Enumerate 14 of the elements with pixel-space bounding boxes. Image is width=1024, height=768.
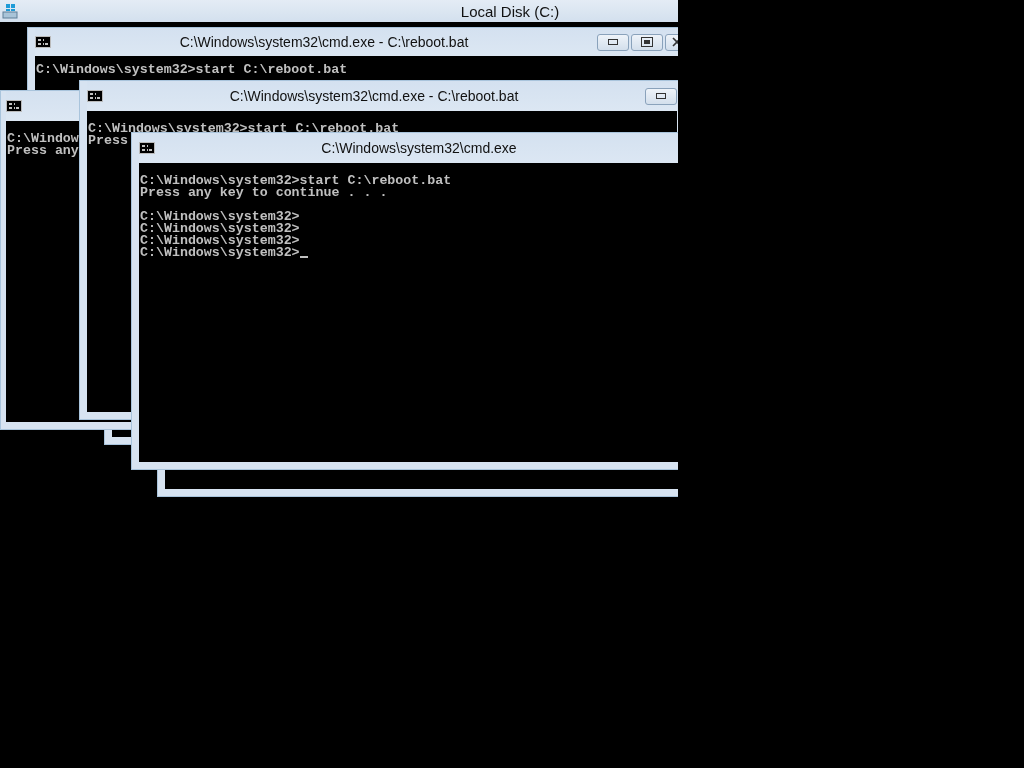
window-title: C:\Windows\system32\cmd.exe - C:\reboot.bat (179, 34, 469, 50)
console-line: C:\Windows\system32> (140, 211, 300, 223)
window-title: C:\Windows\system32\cmd.exe - C:\reboot.bat (229, 88, 519, 104)
console-line: C:\Windows\system32> (140, 223, 300, 235)
console-line: C:\Windows\system32> (140, 247, 300, 259)
console-line: C:\Windows\system32>start C:\reboot.bat (36, 64, 348, 76)
window-title: Local Disk (C:) (460, 2, 560, 20)
console-line: Press any key to continue . . . (140, 187, 388, 199)
console-line: Press (88, 135, 128, 147)
console-line: C:\Windows\system32>start C:\reboot.bat (140, 175, 452, 187)
console-line: C:\Windows\system32> (140, 235, 300, 247)
console-line: Press any (7, 145, 79, 157)
window-title: C:\Windows\system32\cmd.exe (321, 140, 517, 156)
console-line: C:\Window (7, 133, 79, 145)
